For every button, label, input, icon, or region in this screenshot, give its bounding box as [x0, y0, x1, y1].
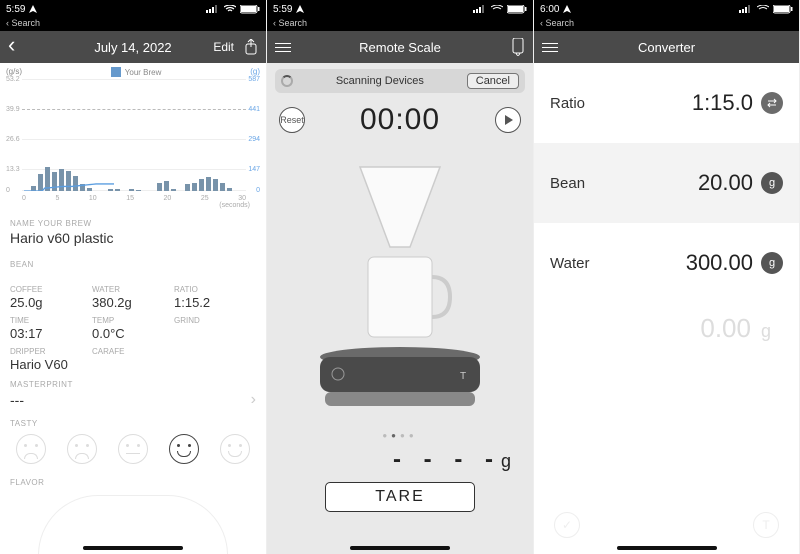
- nav-bar: July 14, 2022 Edit: [0, 31, 266, 63]
- ratio-label: Ratio: [550, 95, 585, 112]
- wifi-icon: [224, 5, 236, 13]
- menu-button[interactable]: [542, 43, 558, 52]
- status-bar: 5:59: [267, 0, 533, 18]
- dripper-value: Hario V60: [10, 357, 92, 372]
- page-dots[interactable]: ●●●●: [267, 431, 533, 440]
- brew-name[interactable]: Hario v60 plastic: [0, 230, 266, 250]
- chart-legend: Your Brew: [111, 67, 162, 77]
- scanning-banner: Scanning Devices Cancel: [275, 69, 525, 93]
- play-button[interactable]: [495, 107, 521, 133]
- clock: 5:59: [273, 4, 292, 15]
- coffee-value: 25.0g: [10, 295, 92, 310]
- back-button[interactable]: [8, 40, 15, 55]
- clock: 6:00: [540, 4, 559, 15]
- extra-value: 0.00: [700, 313, 751, 343]
- water-value: 380.2g: [92, 295, 174, 310]
- menu-button[interactable]: [275, 43, 291, 52]
- location-icon: [563, 5, 571, 13]
- clock: 5:59: [6, 4, 25, 15]
- bean-row[interactable]: Bean 20.00 g: [534, 143, 799, 223]
- ratio-value: 1:15.2: [174, 295, 256, 310]
- x-axis-label: (seconds): [6, 202, 260, 209]
- stats-row-3: DRIPPERHario V60 CARAFE: [0, 347, 266, 372]
- signal-icon: [473, 5, 487, 13]
- face-sad[interactable]: [67, 434, 97, 464]
- home-indicator[interactable]: [617, 546, 717, 550]
- scale-illustration: T: [290, 147, 510, 427]
- share-icon[interactable]: [244, 39, 258, 55]
- confirm-icon[interactable]: ✓: [554, 512, 580, 538]
- extra-unit: g: [761, 321, 771, 341]
- battery-icon: [240, 5, 260, 14]
- ratio-value: 1:15.0: [692, 90, 753, 116]
- remote-scale-screen: 5:59 Search Remote Scale Scanning Device…: [267, 0, 534, 554]
- timer-display: 00:00: [360, 103, 440, 137]
- spinner-icon: [281, 75, 293, 87]
- status-bar: 5:59: [0, 0, 266, 18]
- extra-value-row: 0.00 g: [534, 303, 799, 344]
- tasty-rating: [0, 430, 266, 468]
- status-bar: 6:00: [534, 0, 799, 18]
- temp-value: 0.0°C: [92, 326, 174, 341]
- face-very-happy[interactable]: [220, 434, 250, 464]
- edit-button[interactable]: Edit: [213, 40, 234, 54]
- chevron-right-icon: ›: [251, 391, 256, 409]
- stats-row-1: COFFEE25.0g WATER380.2g RATIO1:15.2: [0, 285, 266, 310]
- name-label: NAME YOUR BREW: [0, 209, 266, 230]
- nav-bar: Converter: [534, 31, 799, 63]
- swap-icon[interactable]: [761, 92, 783, 114]
- stats-row-2: TIME03:17 TEMP0.0°C GRIND: [0, 316, 266, 341]
- chart-line: [24, 101, 114, 191]
- svg-text:T: T: [460, 371, 466, 382]
- cancel-button[interactable]: Cancel: [467, 73, 519, 89]
- brew-detail-screen: 5:59 Search July 14, 2022 Edit (g/s) You…: [0, 0, 267, 554]
- play-icon: [503, 115, 513, 125]
- reset-button[interactable]: Reset: [279, 107, 305, 133]
- back-to-search[interactable]: Search: [267, 18, 533, 31]
- time-value: 03:17: [10, 326, 92, 341]
- page-title: Remote Scale: [267, 40, 533, 55]
- scale-icon[interactable]: [511, 38, 525, 56]
- location-icon: [296, 5, 304, 13]
- bean-unit[interactable]: g: [761, 172, 783, 194]
- home-indicator[interactable]: [83, 546, 183, 550]
- water-label: Water: [550, 255, 589, 272]
- water-value: 300.00: [686, 250, 753, 276]
- battery-icon: [773, 5, 793, 14]
- tare-button[interactable]: TARE: [325, 482, 475, 512]
- page-title: Converter: [534, 40, 799, 55]
- tare-icon[interactable]: T: [753, 512, 779, 538]
- face-very-sad[interactable]: [16, 434, 46, 464]
- location-icon: [29, 5, 37, 13]
- signal-icon: [206, 5, 220, 13]
- water-unit[interactable]: g: [761, 252, 783, 274]
- face-happy[interactable]: [169, 434, 199, 464]
- scanning-text: Scanning Devices: [293, 75, 467, 87]
- nav-bar: Remote Scale: [267, 31, 533, 63]
- wifi-icon: [757, 5, 769, 13]
- brew-chart: (g/s) Your Brew (g) 53.2587 39.9441 26.6…: [0, 63, 266, 209]
- converter-screen: 6:00 Search Converter Ratio 1:15.0 Bean …: [534, 0, 800, 554]
- bean-label: BEAN: [0, 250, 266, 271]
- wifi-icon: [491, 5, 503, 13]
- bean-value: 20.00: [698, 170, 753, 196]
- masterprint-row[interactable]: --- ›: [0, 391, 266, 409]
- signal-icon: [739, 5, 753, 13]
- bean-label: Bean: [550, 175, 585, 192]
- bean-value[interactable]: [0, 271, 266, 285]
- ratio-row[interactable]: Ratio 1:15.0: [534, 63, 799, 143]
- weight-display: - - - -g: [267, 440, 533, 474]
- battery-icon: [507, 5, 527, 14]
- water-row[interactable]: Water 300.00 g: [534, 223, 799, 303]
- home-indicator[interactable]: [350, 546, 450, 550]
- back-to-search[interactable]: Search: [0, 18, 266, 31]
- face-neutral[interactable]: [118, 434, 148, 464]
- back-to-search[interactable]: Search: [534, 18, 799, 31]
